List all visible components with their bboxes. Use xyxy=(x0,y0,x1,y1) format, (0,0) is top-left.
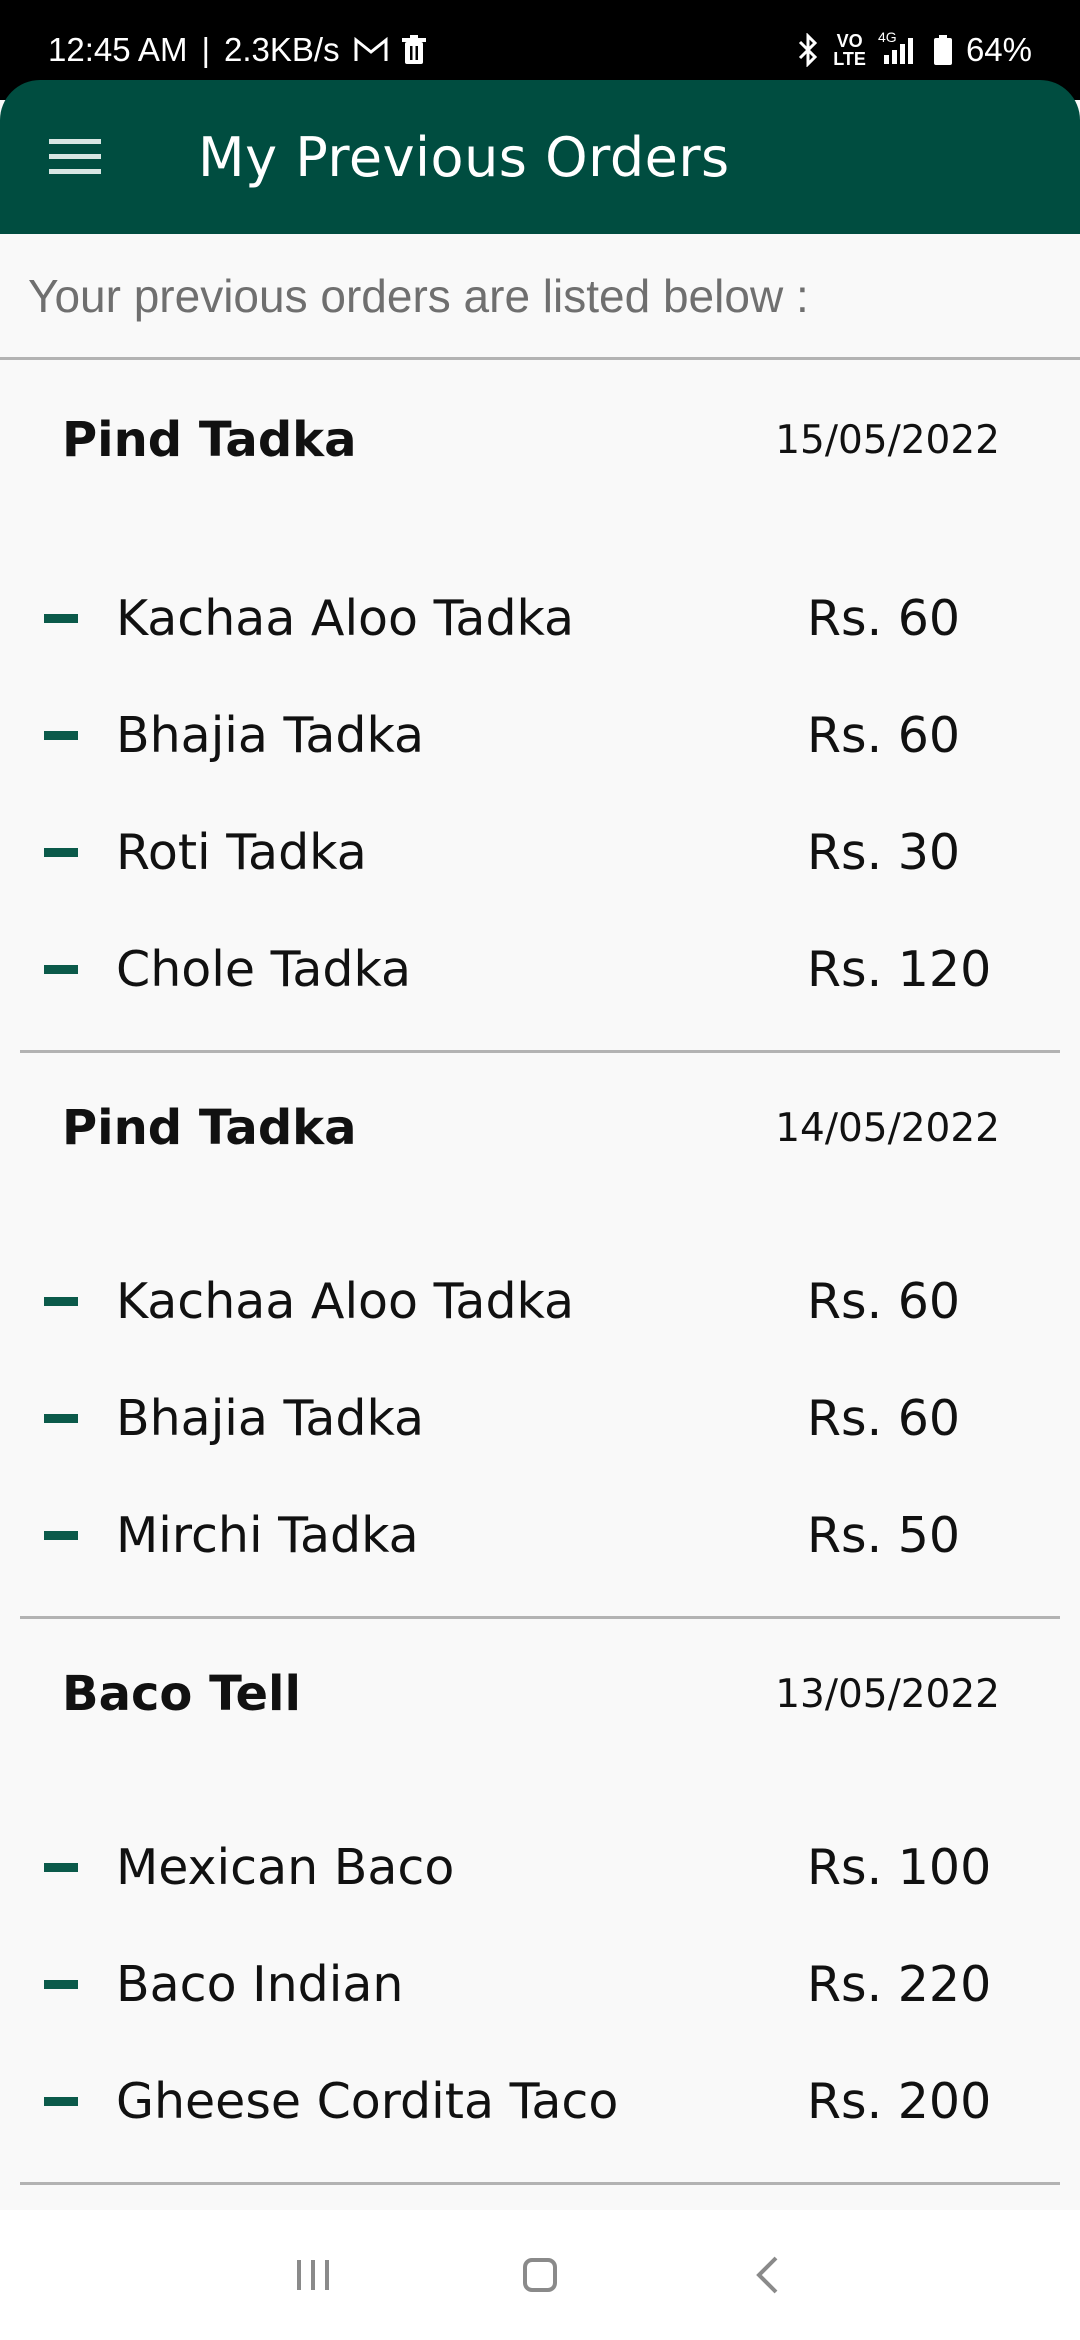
bullet-icon xyxy=(44,1297,78,1306)
bullet-icon xyxy=(44,1414,78,1423)
bullet-icon xyxy=(44,848,78,857)
menu-button[interactable] xyxy=(0,80,150,234)
status-left: 12:45 AM | 2.3KB/s xyxy=(48,31,426,69)
orders-subheader: Your previous orders are listed below : xyxy=(0,234,1080,360)
item-name: Roti Tadka xyxy=(116,824,367,881)
item-name: Chole Tadka xyxy=(116,941,412,998)
volte-bottom: LTE xyxy=(833,49,866,69)
trash-icon xyxy=(401,35,426,65)
item-name: Baco Indian xyxy=(116,1956,404,2013)
bullet-icon xyxy=(44,2097,78,2106)
bullet-icon xyxy=(44,731,78,740)
order-header: Pind Tadka 14/05/2022 xyxy=(20,1053,1060,1243)
item-name: Mexican Baco xyxy=(116,1839,455,1896)
network-speed: 2.3KB/s xyxy=(224,31,340,68)
order-date: 14/05/2022 xyxy=(775,1105,1000,1151)
order-item: Baco Indian Rs. 220 xyxy=(20,1926,1060,2043)
item-name: Kachaa Aloo Tadka xyxy=(116,590,575,647)
battery-icon xyxy=(933,35,952,65)
battery-level: 64% xyxy=(965,31,1032,68)
order-item: Mirchi Tadka Rs. 50 xyxy=(20,1477,1060,1594)
bullet-icon xyxy=(44,1980,78,1989)
order-item: Kachaa Aloo Tadka Rs. 60 xyxy=(20,560,1060,677)
status-right: VO LTE 4G 64% xyxy=(797,29,1032,69)
item-price: Rs. 50 xyxy=(807,1507,961,1564)
item-price: Rs. 60 xyxy=(807,1273,961,1330)
volte-top: VO xyxy=(836,31,863,51)
status-separator: | xyxy=(201,31,211,68)
bullet-icon xyxy=(44,965,78,974)
order-item: Chole Tadka Rs. 120 xyxy=(20,911,1060,1028)
restaurant-name: Baco Tell xyxy=(62,1666,301,1722)
menu-icon xyxy=(49,139,101,174)
order-card[interactable]: Pind Tadka 15/05/2022 Kachaa Aloo Tadka … xyxy=(20,360,1060,1053)
order-item: Gheese Cordita Taco Rs. 200 xyxy=(20,2043,1060,2160)
system-nav-bar xyxy=(0,2210,1080,2340)
bullet-icon xyxy=(44,1863,78,1872)
order-header: Baco Tell 13/05/2022 xyxy=(20,1619,1060,1809)
gmail-icon xyxy=(354,37,388,63)
order-item: Mexican Baco Rs. 100 xyxy=(20,1809,1060,1926)
page-title: My Previous Orders xyxy=(198,125,730,189)
order-card[interactable]: Baco Tell 13/05/2022 Mexican Baco Rs. 10… xyxy=(20,1619,1060,2185)
home-button[interactable] xyxy=(500,2235,580,2315)
orders-list[interactable]: Pind Tadka 15/05/2022 Kachaa Aloo Tadka … xyxy=(0,360,1080,2185)
bluetooth-icon xyxy=(797,33,819,67)
order-card[interactable]: Pind Tadka 14/05/2022 Kachaa Aloo Tadka … xyxy=(20,1053,1060,1619)
item-name: Bhajia Tadka xyxy=(116,707,425,764)
order-date: 15/05/2022 xyxy=(775,417,1000,463)
app-bar: My Previous Orders xyxy=(0,80,1080,234)
item-price: Rs. 60 xyxy=(807,590,961,647)
recent-apps-button[interactable] xyxy=(273,2235,353,2315)
recent-apps-icon xyxy=(297,2260,330,2290)
restaurant-name: Pind Tadka xyxy=(62,1100,357,1156)
bullet-icon xyxy=(44,614,78,623)
item-price: Rs. 120 xyxy=(807,941,992,998)
item-price: Rs. 60 xyxy=(807,707,961,764)
item-name: Gheese Cordita Taco xyxy=(116,2073,619,2130)
order-spacer xyxy=(20,1594,1060,1616)
volte-icon: VO LTE xyxy=(833,32,866,68)
restaurant-name: Pind Tadka xyxy=(62,412,357,468)
item-price: Rs. 100 xyxy=(807,1839,992,1896)
order-item: Kachaa Aloo Tadka Rs. 60 xyxy=(20,1243,1060,1360)
item-price: Rs. 30 xyxy=(807,824,961,881)
item-price: Rs. 200 xyxy=(807,2073,992,2130)
order-item: Bhajia Tadka Rs. 60 xyxy=(20,1360,1060,1477)
order-date: 13/05/2022 xyxy=(775,1671,1000,1717)
order-header: Pind Tadka 15/05/2022 xyxy=(20,360,1060,560)
item-price: Rs. 60 xyxy=(807,1390,961,1447)
order-spacer xyxy=(20,1028,1060,1050)
order-item: Bhajia Tadka Rs. 60 xyxy=(20,677,1060,794)
status-time: 12:45 AM xyxy=(48,31,188,68)
item-name: Bhajia Tadka xyxy=(116,1390,425,1447)
item-price: Rs. 220 xyxy=(807,1956,992,2013)
order-item: Roti Tadka Rs. 30 xyxy=(20,794,1060,911)
bullet-icon xyxy=(44,1531,78,1540)
order-spacer xyxy=(20,2160,1060,2182)
item-name: Kachaa Aloo Tadka xyxy=(116,1273,575,1330)
signal-icon: 4G xyxy=(878,29,920,65)
back-icon xyxy=(755,2256,778,2294)
home-icon xyxy=(522,2258,557,2292)
item-name: Mirchi Tadka xyxy=(116,1507,419,1564)
back-button[interactable] xyxy=(727,2235,807,2315)
network-type: 4G xyxy=(877,29,897,45)
